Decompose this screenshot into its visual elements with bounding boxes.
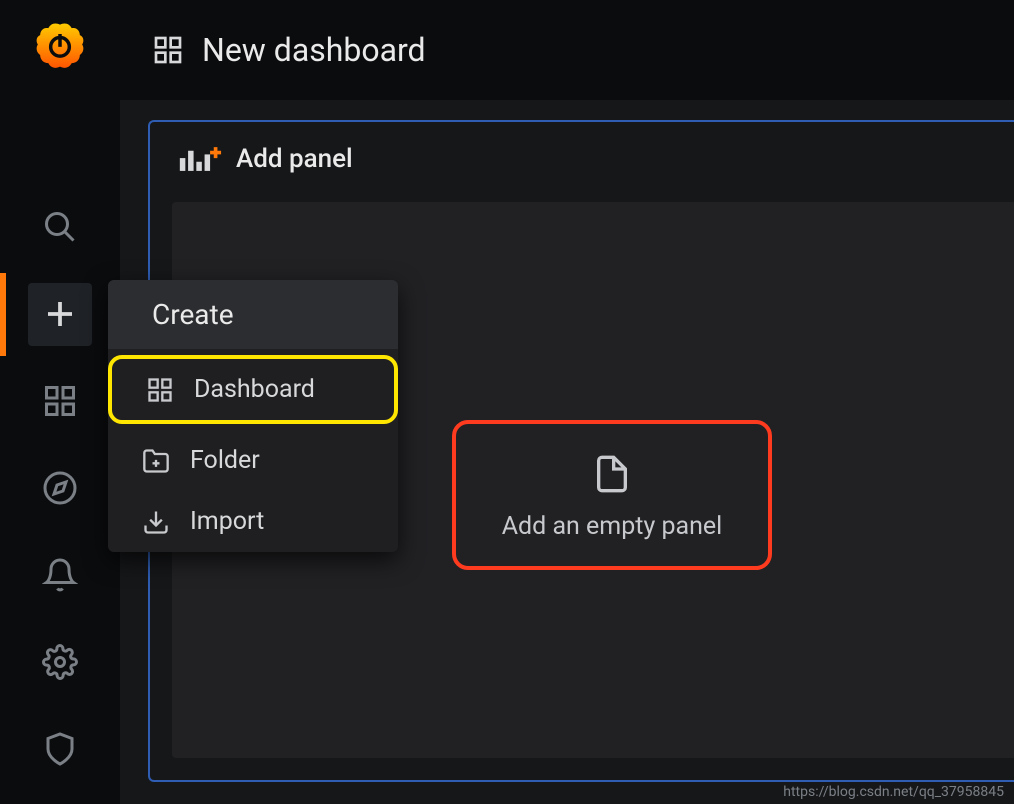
nav-config[interactable] [28,630,92,693]
folder-plus-icon [142,447,170,475]
create-flyout-menu: Create Dashboard Folder Import [108,280,398,552]
plus-icon [42,296,78,332]
file-icon [592,450,632,498]
nav-create[interactable] [28,283,92,346]
grid-icon [42,383,78,419]
gear-icon [42,644,78,680]
nav-dashboards[interactable] [28,370,92,433]
download-icon [142,508,170,536]
grafana-logo[interactable] [32,20,88,76]
page-title: New dashboard [202,31,426,69]
flyout-item-label: Import [190,507,264,536]
add-empty-panel-button[interactable]: Add an empty panel [452,420,772,570]
flyout-item-folder[interactable]: Folder [108,430,398,491]
add-panel-icon [178,145,222,173]
add-empty-panel-label: Add an empty panel [502,512,723,541]
panel-header: Add panel [150,122,1014,196]
flyout-item-label: Dashboard [194,375,315,404]
flyout-title: Create [108,280,398,349]
shield-icon [42,731,78,767]
page-header: New dashboard [120,0,1014,100]
flyout-item-import[interactable]: Import [108,491,398,552]
nav-alerting[interactable] [28,543,92,606]
panel-title: Add panel [236,144,353,174]
flyout-item-label: Folder [190,446,260,475]
search-icon [42,209,78,245]
watermark: https://blog.csdn.net/qq_37958845 [783,784,1004,800]
nav-search[interactable] [28,196,92,259]
grid-icon [146,376,174,404]
sidebar [0,0,120,804]
nav-admin[interactable] [28,717,92,780]
compass-icon [42,470,78,506]
dashboard-grid-icon [152,34,184,66]
nav-explore[interactable] [28,457,92,520]
flyout-item-dashboard[interactable]: Dashboard [108,355,398,424]
bell-icon [42,557,78,593]
